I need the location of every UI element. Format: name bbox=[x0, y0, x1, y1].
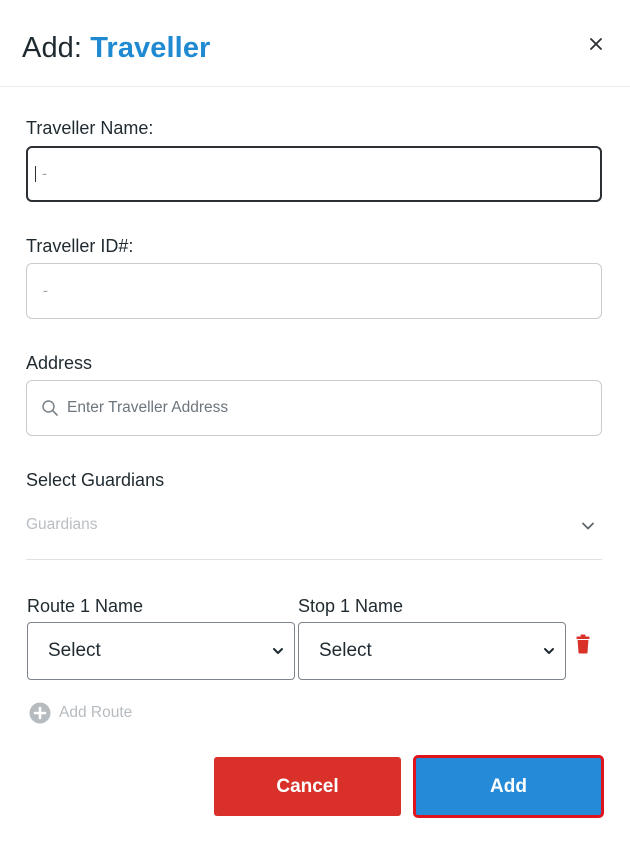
traveller-name-label: Traveller Name: bbox=[26, 118, 154, 138]
modal-title: Add: Traveller bbox=[22, 32, 210, 65]
traveller-name-input[interactable]: - bbox=[26, 146, 602, 202]
address-label: Address bbox=[26, 353, 93, 373]
stop-name-label: Stop 1 Name bbox=[298, 596, 404, 616]
stop-select[interactable]: Select bbox=[298, 622, 566, 680]
guardians-placeholder: Guardians bbox=[26, 516, 98, 533]
traveller-id-placeholder: - bbox=[43, 282, 48, 300]
add-traveller-modal: Add: Traveller Traveller Name: - Travell… bbox=[0, 0, 630, 861]
chevron-down-icon bbox=[582, 522, 594, 530]
add-button[interactable]: Add bbox=[413, 755, 604, 818]
address-input[interactable]: Enter Traveller Address bbox=[26, 380, 602, 436]
text-caret bbox=[35, 166, 36, 182]
chevron-down-icon bbox=[544, 648, 554, 654]
address-placeholder: Enter Traveller Address bbox=[67, 399, 229, 416]
close-icon bbox=[590, 38, 602, 50]
guardians-label: Select Guardians bbox=[26, 470, 165, 490]
route-select[interactable]: Select bbox=[27, 622, 295, 680]
route-select-value: Select bbox=[48, 640, 101, 661]
search-icon bbox=[41, 399, 59, 417]
cancel-button[interactable]: Cancel bbox=[214, 757, 401, 816]
add-route-label: Add Route bbox=[59, 704, 133, 721]
add-route-button[interactable]: Add Route bbox=[29, 702, 132, 724]
close-button[interactable] bbox=[586, 34, 606, 54]
route-name-label: Route 1 Name bbox=[27, 596, 144, 616]
trash-icon[interactable] bbox=[576, 634, 590, 654]
modal-header: Add: Traveller bbox=[0, 0, 630, 87]
traveller-name-placeholder: - bbox=[42, 165, 47, 183]
stop-select-value: Select bbox=[319, 640, 372, 661]
plus-circle-icon bbox=[29, 702, 51, 724]
modal-title-prefix: Add: bbox=[22, 32, 91, 64]
modal-title-accent: Traveller bbox=[90, 32, 211, 64]
traveller-id-input[interactable]: - bbox=[26, 263, 602, 319]
guardians-select[interactable]: Guardians bbox=[26, 502, 602, 560]
chevron-down-icon bbox=[273, 648, 283, 654]
traveller-id-label: Traveller ID#: bbox=[26, 236, 134, 256]
